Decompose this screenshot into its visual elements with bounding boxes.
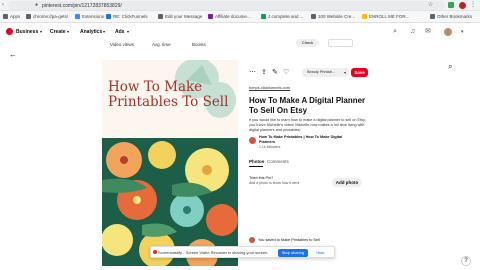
check-button[interactable]: Check <box>296 39 319 47</box>
pin-description: If you would like to learn how to make a… <box>249 118 366 132</box>
bookmark-apps[interactable]: Apps <box>3 13 20 20</box>
chevron-down-icon: ▾ <box>343 70 346 75</box>
bookmark-website[interactable]: 100 Website Cre... <box>311 13 355 20</box>
page-icon <box>158 14 163 19</box>
stat-avg-time: Avg. time <box>152 42 171 47</box>
globe-icon <box>26 14 31 19</box>
sheet-icon <box>261 14 266 19</box>
folder-icon <box>362 14 367 19</box>
zoom-icon[interactable]: ⌕ <box>448 62 452 71</box>
tab-underline <box>249 166 263 167</box>
pin-heading: How To Make A Digital Planner To Sell On… <box>249 96 366 115</box>
chevron-down-icon: ▾ <box>127 29 130 34</box>
chevron-down-icon: ▾ <box>103 29 106 34</box>
bookmark-label: ENROLL ME FOR... <box>369 14 410 19</box>
mail-icon <box>106 14 111 19</box>
bookmarks-bar: Apps chrome://pa-gets/ Extensions RE: Cl… <box>0 11 480 23</box>
heart-icon[interactable]: ♡ <box>283 69 289 77</box>
board-select-label: Beauty Printab... <box>307 70 336 74</box>
chevron-down-icon: ▾ <box>67 29 70 34</box>
back-arrow-icon[interactable]: ← <box>9 50 17 60</box>
browser-menu-icon[interactable]: ⋮ <box>470 0 476 10</box>
bookmark-label: Extensions <box>82 14 105 19</box>
bookmark-label: J.complete and ... <box>268 14 304 19</box>
bookmark-label: Edit your Message <box>165 14 203 19</box>
source-link[interactable]: fcmps.clickfunnels.com <box>249 85 290 91</box>
puzzle-icon <box>75 14 80 19</box>
stat-boosts: Boosts <box>192 42 206 47</box>
folder-icon <box>430 14 435 19</box>
lock-icon: ● <box>35 2 39 8</box>
chevron-down-icon: ▾ <box>40 29 43 34</box>
dropdown-select[interactable] <box>328 39 353 47</box>
more-icon[interactable]: ⋯ <box>249 69 256 77</box>
chat-icon[interactable]: ✉ <box>425 27 431 36</box>
save-button[interactable]: Save <box>351 68 368 77</box>
help-icon[interactable]: ? <box>461 256 471 266</box>
back-arrow-icon[interactable]: ‹ <box>2 1 4 9</box>
tab-comments[interactable]: Comments <box>267 159 289 165</box>
add-photo-button[interactable]: Add photo <box>332 178 362 187</box>
bell-icon[interactable]: ♫ <box>410 27 415 36</box>
tab-photos[interactable]: Photos <box>249 159 264 165</box>
doc-icon <box>208 14 213 19</box>
star-icon[interactable]: ☆ <box>428 1 433 9</box>
bookmark-chrome-pages[interactable]: chrome://pa-gets/ <box>26 13 68 20</box>
bookmark-clickfunnels[interactable]: RE: ClickFunnels <box>106 13 148 20</box>
page-icon <box>311 14 316 19</box>
bookmark-extensions[interactable]: Extensions <box>75 13 104 20</box>
record-icon <box>153 250 157 254</box>
saved-line: You saved to Make Printables to Sell <box>258 238 320 242</box>
profile-avatar[interactable] <box>459 2 466 9</box>
stat-video-views: Video views <box>110 42 134 47</box>
stop-sharing-button[interactable]: Stop sharing <box>278 249 308 257</box>
bookmark-edit-message[interactable]: Edit your Message <box>158 13 202 20</box>
pin-details-panel: ⋯ ⇪ ✎ ♡ Beauty Printab... ▾ Save fcmps.c… <box>242 60 372 266</box>
bookmark-label: Apps <box>10 14 21 19</box>
bookmark-other[interactable]: Other Bookmarks <box>430 13 472 20</box>
tried-subtext: Add a photo to show how it went <box>249 181 300 185</box>
bookmark-complete[interactable]: J.complete and ... <box>261 13 304 20</box>
menu-analytics[interactable]: Analytics <box>80 28 102 36</box>
pin-image-title: How To Make Printables To Sell <box>108 79 229 110</box>
profile-avatar[interactable] <box>444 28 452 36</box>
menu-ads[interactable]: Ads <box>115 28 124 36</box>
bookmark-label: Other Bookmarks <box>437 14 473 19</box>
hide-button[interactable]: Hide <box>312 249 329 257</box>
menu-business[interactable]: Business <box>16 28 38 36</box>
bookmark-label: chrome://pa-gets/ <box>33 14 69 19</box>
saved-avatar <box>249 237 255 243</box>
stats-strip: Video views Avg. time Boosts Check <box>100 39 370 51</box>
browser-toolbar: ‹ ● pinterest.com/pin/12172837853829/ ☆ … <box>0 0 480 11</box>
screen-share-banner: Screencastify - Screen Video Recorder is… <box>150 246 335 258</box>
share-message: Screencastify - Screen Video Recorder is… <box>158 250 269 255</box>
chevron-down-icon[interactable]: ▾ <box>461 28 464 36</box>
bookmark-enroll[interactable]: ENROLL ME FOR... <box>362 13 409 20</box>
board-select[interactable]: Beauty Printab... ▾ <box>302 68 349 77</box>
bookmark-label: 100 Website Cre... <box>318 14 356 19</box>
url-text: pinterest.com/pin/12172837853829/ <box>42 3 122 9</box>
edit-icon[interactable]: ✎ <box>272 69 278 77</box>
bookmark-affiliate[interactable]: Affiliate docume... <box>208 13 251 20</box>
author-avatar[interactable] <box>249 137 256 144</box>
pinterest-logo-icon[interactable] <box>6 28 13 35</box>
author-followers: 1.1k followers <box>259 145 281 149</box>
bookmark-label: RE: ClickFunnels <box>113 14 148 19</box>
menu-create[interactable]: Create <box>50 28 66 36</box>
apps-icon <box>3 14 8 19</box>
search-icon[interactable]: ⌕ <box>393 27 397 36</box>
address-bar[interactable]: ● pinterest.com/pin/12172837853829/ <box>8 1 445 10</box>
author-name[interactable]: How To Make Printables | How To Make Dig… <box>259 135 347 144</box>
extension-icon[interactable] <box>448 2 454 8</box>
pin-image[interactable]: How To Make Printables To Sell <box>102 60 238 266</box>
bookmark-label: Affiliate docume... <box>215 14 251 19</box>
share-icon[interactable]: ⇪ <box>261 69 267 77</box>
